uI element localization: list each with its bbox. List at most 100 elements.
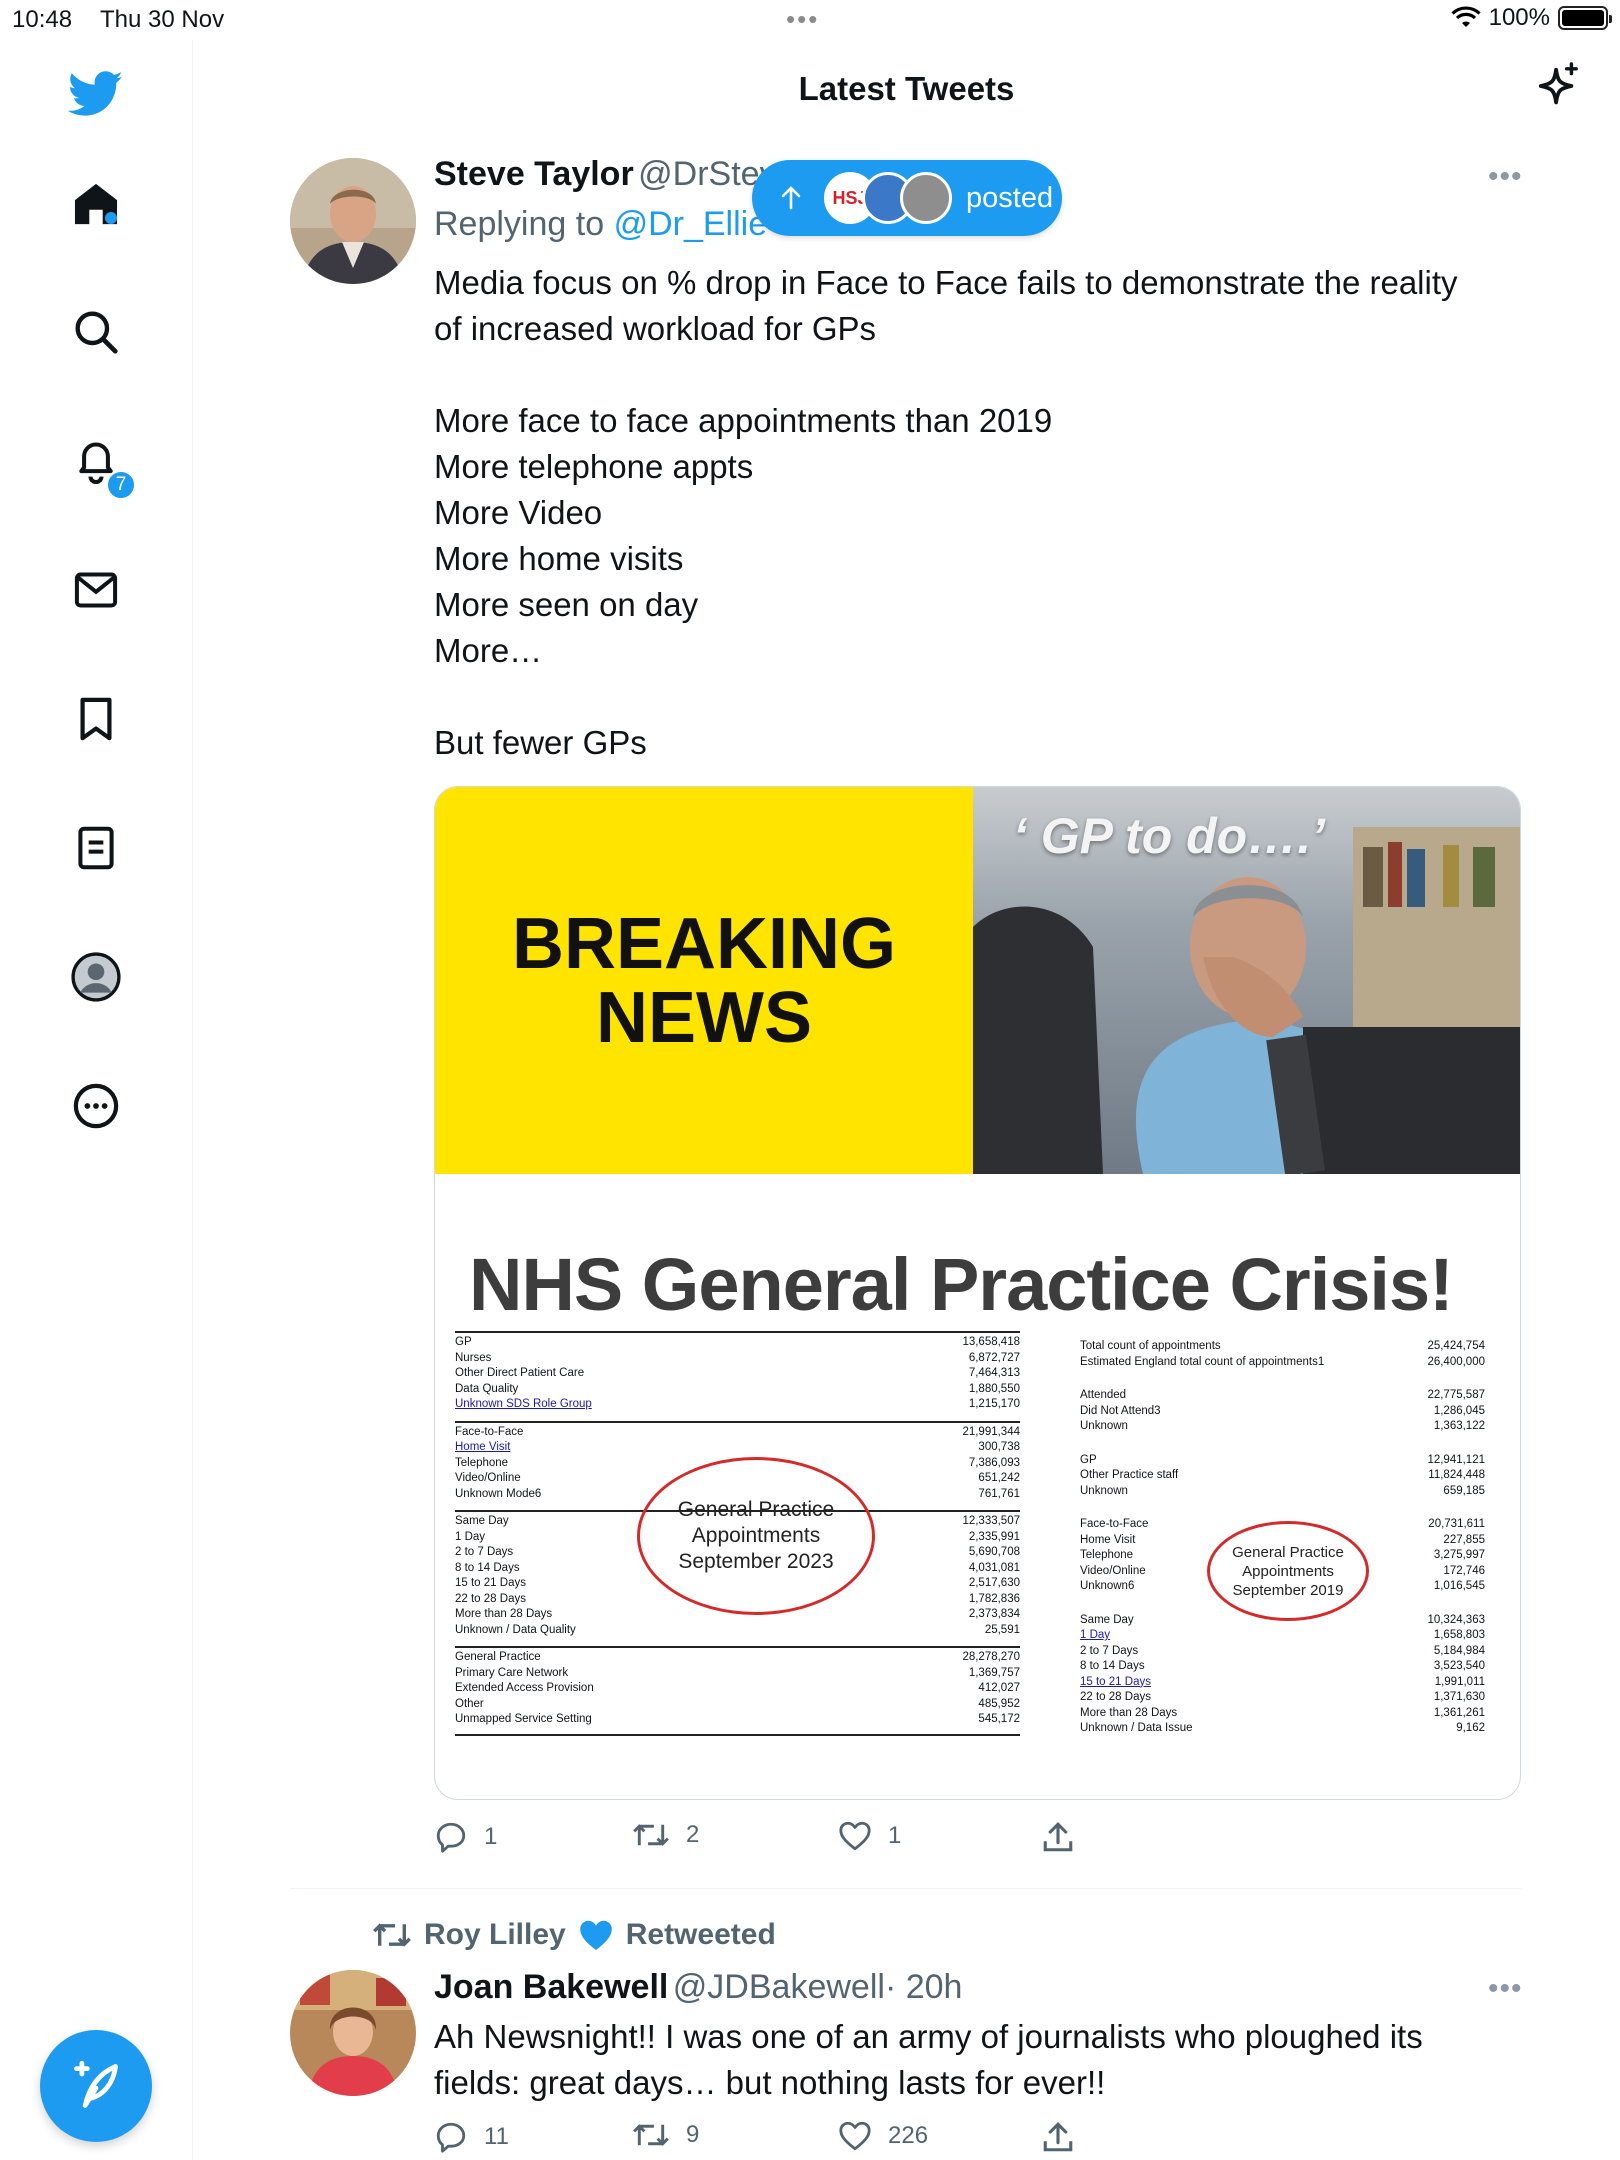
avatar[interactable] — [290, 1970, 416, 2096]
table-row: More than 28 Days 1,361,261 — [1080, 1706, 1485, 1722]
table-row: Unknown 659,185 — [1080, 1484, 1485, 1500]
row-label: Total count of appointments — [1080, 1340, 1221, 1352]
twitter-logo-icon[interactable] — [62, 60, 130, 128]
battery-percent: 100% — [1488, 4, 1550, 31]
table-row: 2 to 7 Days 5,184,984 — [1080, 1644, 1485, 1660]
row-value: 172,746 — [1443, 1564, 1485, 1577]
row-label: Telephone — [1080, 1549, 1134, 1561]
row-value: 3,275,997 — [1433, 1549, 1485, 1561]
row-label: 22 to 28 Days — [1080, 1691, 1151, 1703]
row-value: 1,215,170 — [968, 1398, 1020, 1410]
table-row: Unknown SDS Role Group 1,215,170 — [455, 1397, 1020, 1413]
sparkle-icon[interactable] — [1535, 62, 1581, 117]
replying-prefix: Replying to — [434, 205, 605, 243]
row-value: 300,738 — [978, 1441, 1020, 1453]
row-label: 1 Day — [455, 1530, 486, 1543]
reply-button[interactable]: 11 — [434, 2120, 509, 2154]
retweet-button[interactable]: 9 — [632, 2120, 699, 2150]
compose-tweet-button[interactable] — [40, 2030, 152, 2142]
share-icon — [1043, 1822, 1073, 1852]
row-label: Video/Online — [1080, 1564, 1146, 1577]
row-label: Data Quality — [455, 1382, 519, 1395]
heart-icon — [839, 2121, 871, 2151]
row-value: 25,591 — [984, 1623, 1020, 1636]
row-label: Face-to-Face — [1080, 1518, 1149, 1530]
row-label: Nurses — [455, 1351, 492, 1364]
tired-gp-photo: ‘ GP to do….’ — [973, 787, 1520, 1174]
like-button[interactable]: 226 — [838, 2120, 928, 2152]
retweeted-by[interactable]: Roy Lilley Retweeted — [372, 1918, 776, 1952]
tweet-author[interactable]: Steve Taylor @DrStev — [434, 155, 777, 194]
tweet-time[interactable]: · 20h — [885, 1968, 963, 2006]
table-row: Face-to-Face 21,991,344 — [455, 1425, 1020, 1441]
row-value: 13,658,418 — [962, 1336, 1020, 1348]
row-value: 9,162 — [1456, 1722, 1485, 1734]
row-value: 10,324,363 — [1427, 1613, 1485, 1626]
table-row: 8 to 14 Days 3,523,540 — [1080, 1659, 1485, 1675]
home-unread-dot — [105, 212, 117, 224]
mail-icon[interactable] — [62, 556, 130, 624]
bookmark-icon[interactable] — [62, 685, 130, 753]
table-row: General Practice 28,278,270 — [455, 1650, 1020, 1666]
author-name[interactable]: Steve Taylor — [434, 155, 634, 193]
row-value: 1,371,630 — [1433, 1691, 1485, 1703]
row-label: Extended Access Provision — [455, 1682, 594, 1694]
table-group: Attended 22,775,587 Did Not Attend3 1,286,0… — [1080, 1388, 1485, 1435]
table-row: 22 to 28 Days 1,371,630 — [1080, 1690, 1485, 1706]
row-value: 22,775,587 — [1427, 1389, 1485, 1401]
tweet-more-icon[interactable]: ••• — [1488, 160, 1523, 194]
search-icon[interactable] — [62, 298, 130, 366]
profile-icon[interactable] — [62, 943, 130, 1011]
oval-2023: General Practice Appointments September … — [637, 1457, 875, 1615]
row-label: Estimated England total count of appoint… — [1080, 1355, 1325, 1368]
lists-icon[interactable] — [62, 814, 130, 882]
row-value: 412,027 — [978, 1682, 1020, 1694]
row-value: 2,517,630 — [968, 1577, 1020, 1589]
breaking-line-2: NEWS — [596, 978, 812, 1058]
retweeter-name[interactable]: Roy Lilley — [424, 1918, 566, 1952]
page-title: Latest Tweets — [798, 70, 1015, 107]
row-value: 1,361,261 — [1433, 1706, 1485, 1719]
row-label: Other Direct Patient Care — [455, 1367, 585, 1379]
retweet-icon — [373, 1923, 411, 1947]
tweet-more-icon[interactable]: ••• — [1488, 1972, 1523, 2006]
reply-count: 1 — [484, 1823, 498, 1850]
row-value: 3,523,540 — [1433, 1660, 1485, 1672]
row-label: Telephone — [455, 1456, 509, 1469]
replying-handle-link[interactable]: @Dr_Ellie — [614, 205, 768, 243]
tweet-text: Media focus on % drop in Face to Face fa… — [434, 264, 1458, 761]
new-posts-pill[interactable]: HSJ posted — [752, 160, 1062, 236]
table-row: 1 Day 1,658,803 — [1080, 1628, 1485, 1644]
reply-count: 11 — [484, 2123, 509, 2150]
tweet-media[interactable]: BREAKING NEWS ‘ GP to do….’ NHS General … — [434, 786, 1521, 1800]
author-handle[interactable]: @JDBakewell — [673, 1968, 885, 2006]
tweet-author[interactable]: Joan Bakewell @JDBakewell· 20h — [434, 1968, 962, 2007]
author-name[interactable]: Joan Bakewell — [434, 1968, 668, 2006]
avatar[interactable] — [290, 158, 416, 284]
multitask-dots-icon[interactable]: ••• — [786, 4, 819, 35]
row-label: Other — [455, 1697, 484, 1710]
row-label: Unknown SDS Role Group — [455, 1398, 592, 1410]
reply-button[interactable]: 1 — [434, 1820, 497, 1854]
row-label: Same Day — [1080, 1613, 1134, 1626]
row-label: Unknown — [1080, 1484, 1128, 1497]
like-button[interactable]: 1 — [838, 1820, 901, 1852]
tweet-text: Ah Newsnight!! I was one of an army of j… — [434, 2018, 1423, 2101]
row-label: Attended — [1080, 1389, 1127, 1401]
row-value: 26,400,000 — [1427, 1355, 1485, 1368]
row-label: 8 to 14 Days — [1080, 1660, 1145, 1672]
table-group: Same Day 10,324,363 1 Day 1,658,803 2 to 7 D… — [1080, 1613, 1485, 1737]
share-button[interactable] — [1042, 2120, 1074, 2154]
home-icon[interactable] — [62, 170, 130, 238]
row-value: 1,363,122 — [1433, 1420, 1485, 1432]
row-value: 21,991,344 — [962, 1425, 1020, 1438]
table-group: General Practice 28,278,270 Primary Care N… — [455, 1646, 1020, 1736]
table-row: Attended 22,775,587 — [1080, 1388, 1485, 1404]
share-button[interactable] — [1042, 1820, 1074, 1854]
row-label: 22 to 28 Days — [455, 1592, 526, 1605]
more-circle-icon[interactable] — [62, 1072, 130, 1140]
table-row: Unknown / Data Quality 25,591 — [455, 1623, 1020, 1639]
retweet-button[interactable]: 2 — [632, 1820, 699, 1850]
reply-icon — [436, 2122, 466, 2153]
table-row: Home Visit 300,738 — [455, 1440, 1020, 1456]
